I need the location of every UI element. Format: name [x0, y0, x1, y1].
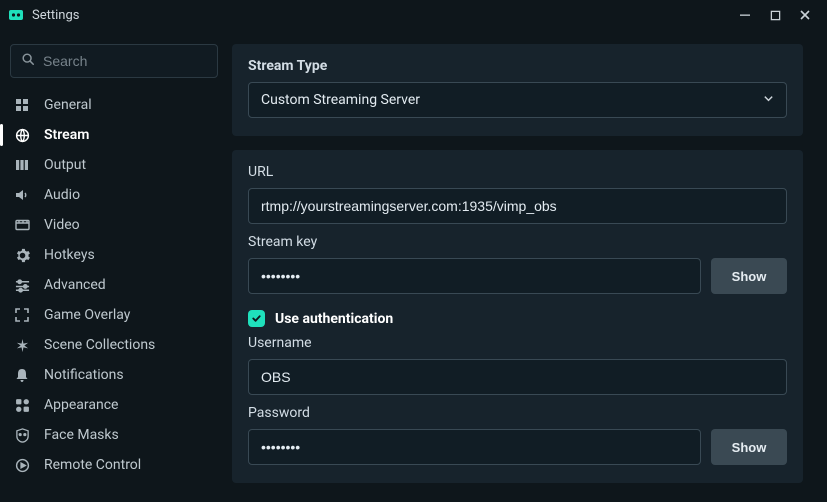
sidebar-item-label: General	[44, 97, 92, 113]
password-label: Password	[248, 405, 787, 421]
url-field[interactable]	[261, 189, 774, 223]
sidebar-item-appearance[interactable]: Appearance	[10, 390, 218, 420]
sidebar-item-output[interactable]: Output	[10, 150, 218, 180]
sidebar-item-hotkeys[interactable]: Hotkeys	[10, 240, 218, 270]
sidebar-item-label: Scene Collections	[44, 337, 155, 353]
content: Stream Type Custom Streaming Server URL …	[228, 30, 827, 502]
sidebar-item-label: Remote Control	[44, 457, 141, 473]
sidebar-item-label: Game Overlay	[44, 307, 130, 323]
stream-details-panel: URL Stream key Show Use authentication	[232, 150, 803, 483]
globe-icon	[14, 127, 30, 143]
asterisk-icon	[14, 337, 30, 353]
checkbox-checked-icon	[248, 310, 265, 327]
sidebar-item-game-overlay[interactable]: Game Overlay	[10, 300, 218, 330]
expand-icon	[14, 307, 30, 323]
bell-icon	[14, 367, 30, 383]
stream-key-field[interactable]	[261, 259, 688, 293]
sidebar-item-label: Advanced	[44, 277, 106, 293]
sidebar-item-label: Face Masks	[44, 427, 119, 443]
appearance-icon	[14, 397, 30, 413]
sidebar-item-general[interactable]: General	[10, 90, 218, 120]
username-input[interactable]	[248, 359, 787, 395]
chevron-down-icon	[763, 92, 774, 108]
sidebar-item-advanced[interactable]: Advanced	[10, 270, 218, 300]
sidebar-item-label: Video	[44, 217, 80, 233]
sidebar-item-label: Appearance	[44, 397, 118, 413]
stream-type-panel: Stream Type Custom Streaming Server	[232, 44, 803, 136]
use-auth-checkbox[interactable]: Use authentication	[248, 310, 787, 327]
stream-type-label: Stream Type	[248, 58, 787, 74]
gear-icon	[14, 247, 30, 263]
stream-type-value: Custom Streaming Server	[261, 92, 420, 108]
search-icon	[21, 52, 35, 70]
password-input[interactable]	[248, 429, 701, 465]
video-icon	[14, 217, 30, 233]
sidebar-item-scene-collections[interactable]: Scene Collections	[10, 330, 218, 360]
username-label: Username	[248, 335, 787, 351]
sidebar-item-label: Hotkeys	[44, 247, 95, 263]
username-field[interactable]	[261, 360, 774, 394]
stream-key-input[interactable]	[248, 258, 701, 294]
sidebar-item-notifications[interactable]: Notifications	[10, 360, 218, 390]
search-input[interactable]	[10, 44, 218, 78]
use-auth-label: Use authentication	[275, 311, 393, 327]
sidebar-item-audio[interactable]: Audio	[10, 180, 218, 210]
sidebar-item-video[interactable]: Video	[10, 210, 218, 240]
show-password-button[interactable]: Show	[711, 429, 787, 465]
window-title: Settings	[32, 8, 79, 23]
sidebar-item-remote-control[interactable]: Remote Control	[10, 450, 218, 480]
grid-icon	[14, 97, 30, 113]
output-icon	[14, 157, 30, 173]
sidebar-item-label: Output	[44, 157, 86, 173]
sidebar-item-face-masks[interactable]: Face Masks	[10, 420, 218, 450]
close-button[interactable]	[791, 3, 819, 27]
sidebar-item-label: Audio	[44, 187, 80, 203]
maximize-button[interactable]	[761, 3, 789, 27]
stream-key-label: Stream key	[248, 234, 787, 250]
sidebar: General Stream Output Audio Video Hotkey…	[0, 30, 228, 502]
play-circle-icon	[14, 457, 30, 473]
app-icon	[8, 7, 24, 23]
sliders-icon	[14, 277, 30, 293]
url-input[interactable]	[248, 188, 787, 224]
sidebar-nav: General Stream Output Audio Video Hotkey…	[10, 90, 218, 480]
sidebar-item-label: Stream	[44, 127, 89, 143]
password-field[interactable]	[261, 430, 688, 464]
minimize-button[interactable]	[731, 3, 759, 27]
url-label: URL	[248, 164, 787, 180]
audio-icon	[14, 187, 30, 203]
search-field[interactable]	[43, 53, 207, 69]
stream-type-select[interactable]: Custom Streaming Server	[248, 82, 787, 118]
sidebar-item-label: Notifications	[44, 367, 124, 383]
titlebar: Settings	[0, 0, 827, 30]
sidebar-item-stream[interactable]: Stream	[10, 120, 218, 150]
show-key-button[interactable]: Show	[711, 258, 787, 294]
mask-icon	[14, 427, 30, 443]
